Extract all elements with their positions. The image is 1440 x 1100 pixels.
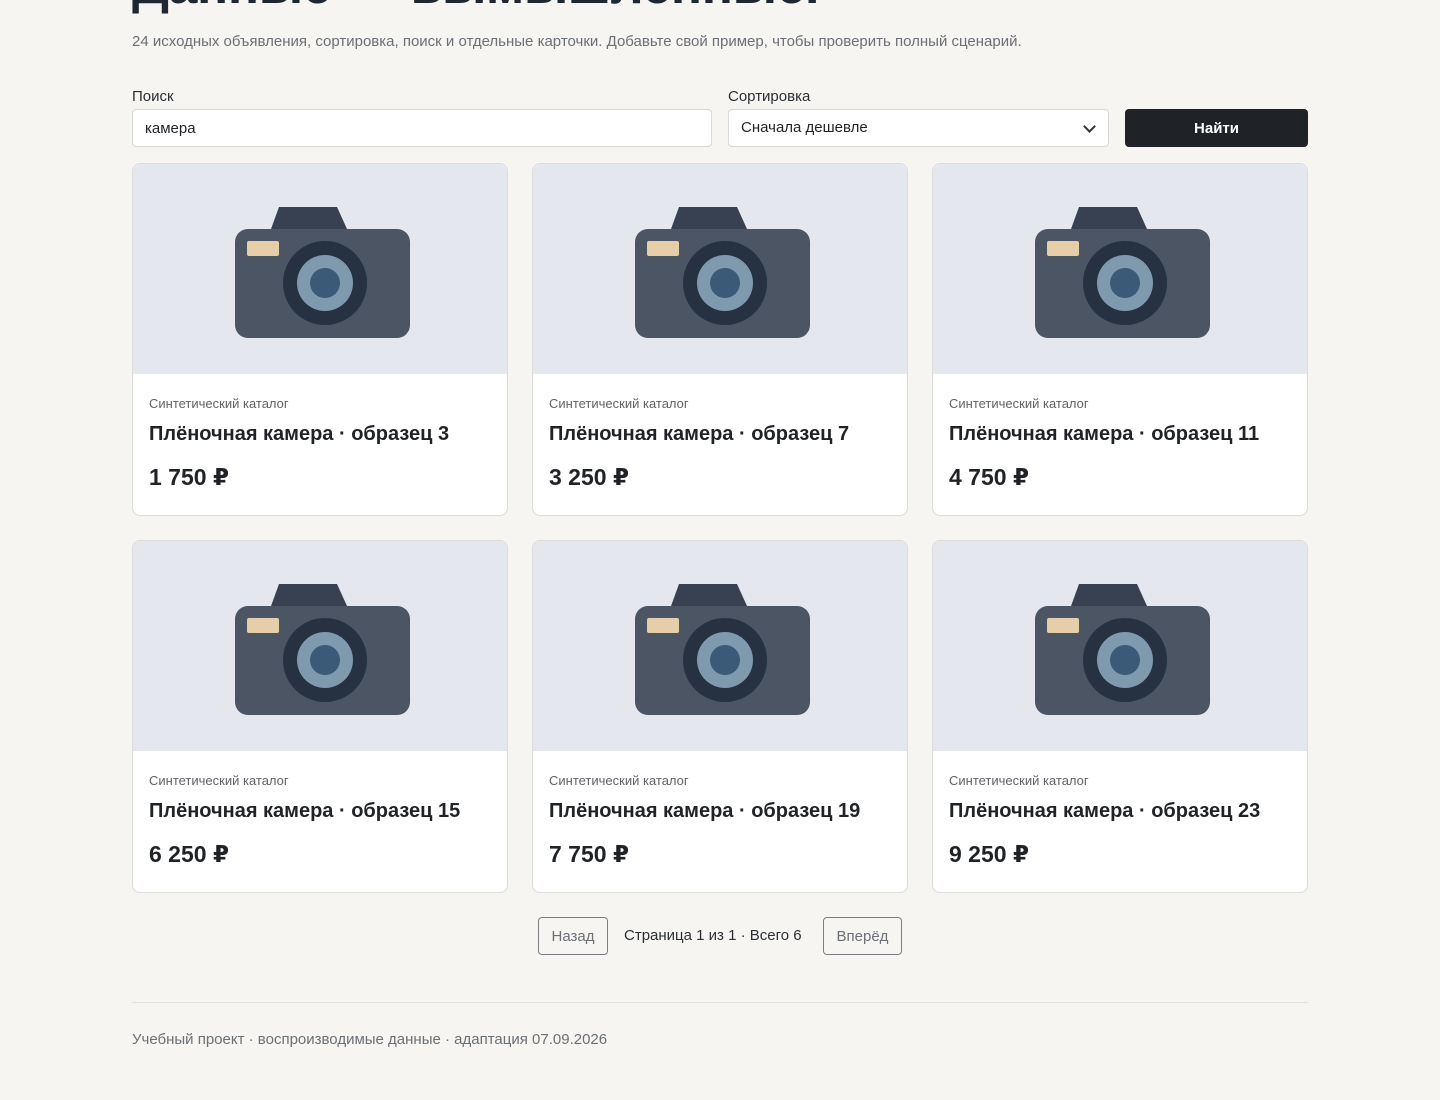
card-body: Синтетический каталог Плёночная камера ·… xyxy=(533,374,907,491)
sort-select[interactable]: Сначала дешевле xyxy=(728,109,1109,147)
product-card[interactable]: Синтетический каталог Плёночная камера ·… xyxy=(932,540,1308,893)
product-card[interactable]: Синтетический каталог Плёночная камера ·… xyxy=(132,163,508,516)
product-image xyxy=(533,541,907,751)
sort-label: Сортировка xyxy=(728,88,811,105)
search-label: Поиск xyxy=(132,88,174,105)
card-body: Синтетический каталог Плёночная камера ·… xyxy=(533,751,907,868)
card-source: Синтетический каталог xyxy=(549,396,689,411)
filter-bar: Поиск Сортировка Сначала дешевле Найти xyxy=(132,88,1308,148)
search-input[interactable] xyxy=(132,109,712,147)
card-body: Синтетический каталог Плёночная камера ·… xyxy=(133,751,507,868)
card-title[interactable]: Плёночная камера · образец 19 xyxy=(549,800,891,823)
card-price: 7 750 ₽ xyxy=(549,841,629,867)
product-image xyxy=(133,164,507,374)
card-source: Синтетический каталог xyxy=(149,773,289,788)
page-title: Данные — вымышленные. xyxy=(132,0,819,12)
card-body: Синтетический каталог Плёночная камера ·… xyxy=(933,374,1307,491)
card-body: Синтетический каталог Плёночная камера ·… xyxy=(133,374,507,491)
chevron-down-icon xyxy=(1083,120,1096,133)
card-source: Синтетический каталог xyxy=(949,396,1089,411)
product-image xyxy=(133,541,507,751)
card-price: 4 750 ₽ xyxy=(949,464,1029,490)
card-title[interactable]: Плёночная камера · образец 15 xyxy=(149,800,491,823)
card-source: Синтетический каталог xyxy=(949,773,1089,788)
footer-divider xyxy=(132,1002,1308,1003)
product-card[interactable]: Синтетический каталог Плёночная камера ·… xyxy=(932,163,1308,516)
card-price: 3 250 ₽ xyxy=(549,464,629,490)
card-title[interactable]: Плёночная камера · образец 23 xyxy=(949,800,1291,823)
product-image xyxy=(933,164,1307,374)
card-source: Синтетический каталог xyxy=(549,773,689,788)
sort-select-value: Сначала дешевле xyxy=(741,119,868,136)
card-price: 6 250 ₽ xyxy=(149,841,229,867)
product-image xyxy=(533,164,907,374)
product-card[interactable]: Синтетический каталог Плёночная камера ·… xyxy=(532,540,908,893)
find-button[interactable]: Найти xyxy=(1125,109,1308,147)
next-page-button[interactable]: Вперёд xyxy=(823,917,902,955)
page-subtitle: 24 исходных объявления, сортировка, поис… xyxy=(132,33,1022,50)
pagination-info: Страница 1 из 1 · Всего 6 xyxy=(624,927,802,944)
card-title[interactable]: Плёночная камера · образец 3 xyxy=(149,423,491,446)
card-price: 1 750 ₽ xyxy=(149,464,229,490)
card-body: Синтетический каталог Плёночная камера ·… xyxy=(933,751,1307,868)
card-source: Синтетический каталог xyxy=(149,396,289,411)
card-title[interactable]: Плёночная камера · образец 7 xyxy=(549,423,891,446)
prev-page-button[interactable]: Назад xyxy=(538,917,608,955)
footer-text: Учебный проект · воспроизводимые данные … xyxy=(132,1031,608,1048)
product-image xyxy=(933,541,1307,751)
card-title[interactable]: Плёночная камера · образец 11 xyxy=(949,423,1291,446)
card-price: 9 250 ₽ xyxy=(949,841,1029,867)
product-card[interactable]: Синтетический каталог Плёночная камера ·… xyxy=(532,163,908,516)
pagination: Назад Страница 1 из 1 · Всего 6 Вперёд xyxy=(132,917,1308,955)
product-card[interactable]: Синтетический каталог Плёночная камера ·… xyxy=(132,540,508,893)
